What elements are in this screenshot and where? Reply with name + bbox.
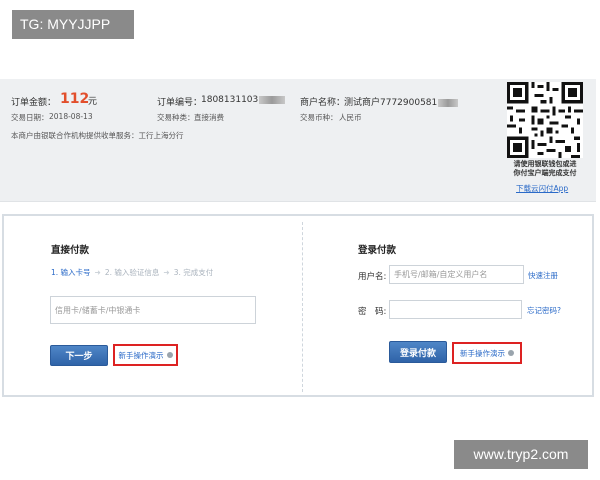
qr-caption-line: 请使用银联钱包或进 (513, 160, 577, 168)
order-no-label: 订单编号： (157, 98, 203, 108)
watermark-bottom: www.tryp2.com (454, 440, 588, 469)
password-input[interactable] (389, 300, 522, 319)
section-divider (302, 222, 303, 392)
date-label: 交易日期： (11, 113, 49, 122)
step-2: 2. 输入验证信息 (104, 268, 160, 277)
merchant-value: 测试商户7772900581 (344, 95, 459, 108)
merchant-label: 商户名称： (300, 98, 346, 108)
step-arrow-icon: ➜ (163, 268, 170, 277)
service-note: 本商户由银联合作机构提供收单服务：工行上海分行 (11, 131, 184, 140)
step-arrow-icon: ➜ (94, 268, 101, 277)
login-pay-help-link[interactable]: 新手操作演示 (452, 342, 522, 364)
step-1: 1. 输入卡号 (51, 268, 91, 277)
help-link-label: 新手操作演示 (118, 350, 164, 360)
amount-unit: 元 (88, 97, 98, 107)
order-no-value: 1808131103 (201, 95, 286, 105)
amount-value: 112 (60, 91, 90, 107)
qr-caption-line: 你付宝户端完成支付 (513, 169, 577, 177)
card-number-placeholder: 信用卡/储蓄卡/中银通卡 (55, 305, 141, 315)
card-number-input[interactable]: 信用卡/储蓄卡/中银通卡 (50, 296, 256, 324)
qr-caption: 请使用银联钱包或进 你付宝户端完成支付 (500, 160, 590, 178)
step-indicator: 1. 输入卡号 ➜ 2. 输入验证信息 ➜ 3. 完成支付 (51, 267, 213, 278)
qr-code (507, 82, 583, 158)
step-3: 3. 完成支付 (173, 268, 214, 277)
direct-pay-title: 直接付款 (51, 245, 90, 256)
login-pay-button[interactable]: 登录付款 (389, 341, 447, 363)
play-icon (166, 352, 173, 358)
register-link[interactable]: 快速注册 (528, 270, 558, 281)
help-link-label: 新手操作演示 (460, 348, 505, 358)
currency-label: 交易币种： (300, 113, 338, 122)
username-label: 用户名: (358, 272, 387, 282)
username-placeholder: 手机号/邮箱/自定义用户名 (394, 270, 488, 279)
play-icon (508, 350, 514, 356)
download-app-link[interactable]: 下载云闪付App (516, 183, 568, 194)
direct-pay-help-link[interactable]: 新手操作演示 (113, 344, 178, 366)
redacted-blur (438, 98, 459, 107)
type-value: 直接消费 (194, 113, 224, 122)
forgot-password-link[interactable]: 忘记密码? (527, 305, 561, 316)
amount-label: 订单金额： (11, 98, 57, 108)
date-value: 2018-08-13 (49, 112, 93, 121)
next-button[interactable]: 下一步 (50, 345, 108, 366)
login-pay-title: 登录付款 (358, 245, 397, 256)
redacted-blur (259, 95, 286, 104)
username-input[interactable]: 手机号/邮箱/自定义用户名 (389, 265, 524, 284)
type-label: 交易种类： (157, 113, 195, 122)
password-label: 密 码: (358, 307, 387, 317)
currency-value: 人民币 (339, 113, 362, 122)
watermark-top: TG: MYYJJPP (12, 10, 134, 39)
